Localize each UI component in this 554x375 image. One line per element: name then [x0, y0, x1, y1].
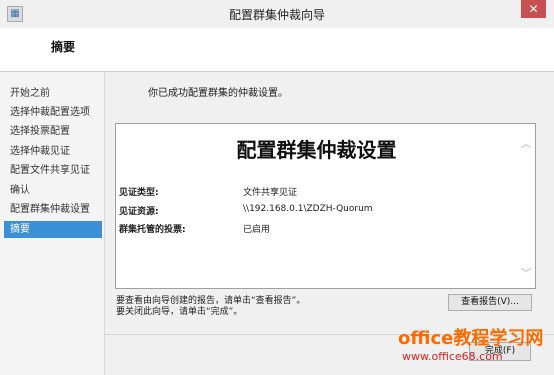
success-message: 你已成功配置群集的仲裁设置。: [148, 88, 288, 99]
close-wizard-note: 要关闭此向导，请单击“完成”。: [116, 307, 243, 317]
step-summary[interactable]: 摘要: [4, 221, 102, 238]
scroll-up-icon[interactable]: ︿: [519, 138, 533, 150]
view-report-note: 要查看由向导创建的报告，请单击“查看报告”。: [116, 296, 306, 306]
report-panel[interactable]: 配置群集仲裁设置 见证类型: 文件共享见证 见证资源: \\192.168.0.…: [115, 123, 536, 289]
row-value: 文件共享见证: [243, 188, 298, 198]
wizard-steps-sidebar: 开始之前 选择仲裁配置选项 选择投票配置 选择仲裁见证 配置文件共享见证 确认 …: [0, 72, 104, 375]
instructions: 要查看由向导创建的报告，请单击“查看报告”。 要关闭此向导，请单击“完成”。: [116, 296, 305, 318]
footer-divider: [105, 334, 554, 335]
window-title: 配置群集仲裁向导: [228, 8, 325, 22]
row-value: \\192.168.0.1\ZDZH-Quorum: [243, 204, 373, 214]
page-header: 摘要: [0, 28, 554, 72]
main-content: 你已成功配置群集的仲裁设置。 配置群集仲裁设置 见证类型: 文件共享见证 见证资…: [105, 72, 554, 375]
row-label: 见证资源:: [119, 207, 159, 217]
step-configure-quorum-settings[interactable]: 配置群集仲裁设置: [4, 201, 102, 218]
row-value: 已启用: [243, 225, 271, 235]
finish-button[interactable]: 完成(F): [469, 342, 531, 361]
row-label: 群集托管的投票:: [119, 225, 186, 235]
step-select-quorum-witness[interactable]: 选择仲裁见证: [4, 143, 102, 160]
view-report-button[interactable]: 查看报告(V)...: [448, 294, 532, 311]
page-title: 摘要: [51, 40, 76, 54]
step-before-you-begin[interactable]: 开始之前: [4, 85, 102, 102]
report-title: 配置群集仲裁设置: [236, 138, 397, 162]
step-configure-file-share-witness[interactable]: 配置文件共享见证: [4, 162, 102, 179]
step-confirmation[interactable]: 确认: [4, 182, 102, 199]
step-select-voting-config[interactable]: 选择投票配置: [4, 123, 102, 140]
close-button[interactable]: ✕: [521, 0, 546, 18]
step-select-quorum-option[interactable]: 选择仲裁配置选项: [4, 104, 102, 121]
title-bar: ▦ 配置群集仲裁向导 ✕: [0, 0, 554, 29]
scroll-down-icon[interactable]: ﹀: [519, 268, 533, 280]
row-label: 见证类型:: [119, 188, 159, 198]
